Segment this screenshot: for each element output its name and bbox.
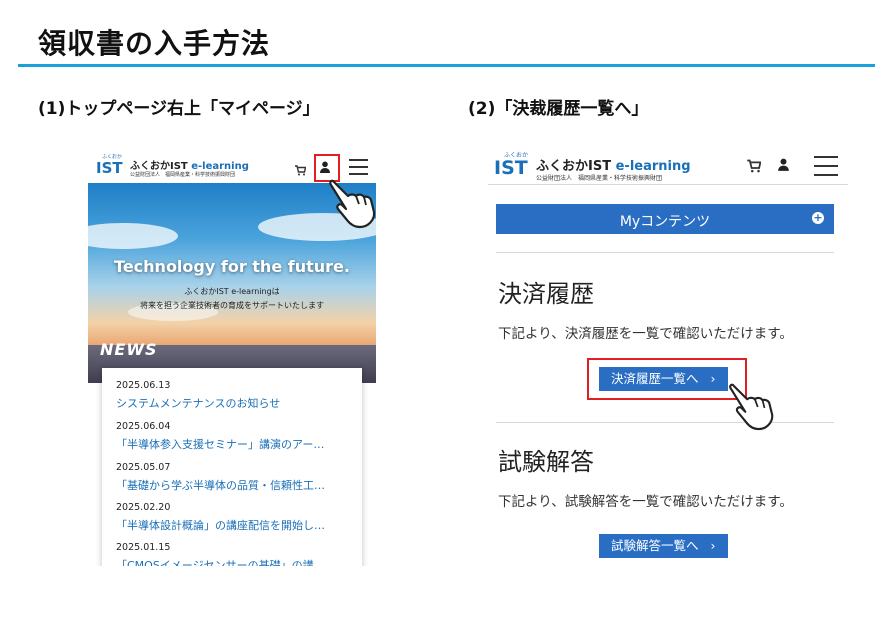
pointing-hand-icon xyxy=(729,383,774,431)
news-link[interactable]: システムメンテナンスのお知らせ xyxy=(116,395,356,411)
step1-caption: (1)トップページ右上「マイページ」 xyxy=(38,99,320,119)
cart-icon[interactable] xyxy=(294,161,307,180)
news-label: NEWS xyxy=(100,340,158,359)
news-link[interactable]: 「半導体参入支援セミナー」講演のアー… xyxy=(116,436,356,452)
list-item[interactable]: 2025.01.15 「CMOSイメージセンサーの基礎」の講… xyxy=(116,542,356,566)
section-divider xyxy=(496,422,834,423)
step2-caption: (2)「決裁履歴一覧へ」 xyxy=(468,99,649,119)
payment-history-text: 下記より、決済履歴を一覧で確認いただけます。 xyxy=(498,326,793,342)
list-item[interactable]: 2025.06.04 「半導体参入支援セミナー」講演のアー… xyxy=(116,421,356,452)
hamburger-menu-icon[interactable] xyxy=(349,159,368,175)
cart-icon[interactable] xyxy=(746,158,762,177)
exam-answers-heading: 試験解答 xyxy=(498,448,594,476)
list-item[interactable]: 2025.02.20 「半導体設計概論」の講座配信を開始し… xyxy=(116,502,356,533)
title-underline xyxy=(18,64,875,67)
news-link[interactable]: 「半導体設計概論」の講座配信を開始し… xyxy=(116,517,356,533)
list-item[interactable]: 2025.05.07 「基礎から学ぶ半導体の品質・信頼性工… xyxy=(116,462,356,493)
payment-history-heading: 決済履歴 xyxy=(498,280,594,308)
hamburger-menu-icon[interactable] xyxy=(814,156,838,176)
chevron-right-icon: › xyxy=(710,538,716,553)
page-title: 領収書の入手方法 xyxy=(38,27,271,60)
news-link[interactable]: 「基礎から学ぶ半導体の品質・信頼性工… xyxy=(116,477,356,493)
news-link[interactable]: 「CMOSイメージセンサーの基礎」の講… xyxy=(116,557,356,566)
exam-answers-list-button[interactable]: 試験解答一覧へ › xyxy=(599,534,728,558)
news-list: 2025.06.13 システムメンテナンスのお知らせ 2025.06.04 「半… xyxy=(102,368,362,566)
news-date: 2025.02.20 xyxy=(116,502,171,513)
plus-icon[interactable]: + xyxy=(812,212,824,224)
news-date: 2025.06.13 xyxy=(116,380,171,391)
section-divider xyxy=(496,252,834,253)
mycontents-label: Myコンテンツ xyxy=(619,214,711,230)
pointing-hand-icon xyxy=(329,179,376,229)
mycontents-bar[interactable]: Myコンテンツ + xyxy=(496,204,834,234)
mypage-user-icon[interactable] xyxy=(776,157,791,176)
exam-answers-text: 下記より、試験解答を一覧で確認いただけます。 xyxy=(498,494,793,510)
button-highlight-box xyxy=(587,358,747,400)
hero-subtitle-2: 将来を担う企業技術者の育成をサポートいたします xyxy=(140,301,324,310)
news-date: 2025.06.04 xyxy=(116,421,171,432)
news-date: 2025.01.15 xyxy=(116,542,171,553)
list-item[interactable]: 2025.06.13 システムメンテナンスのお知らせ xyxy=(116,380,356,411)
hero-title: Technology for the future. xyxy=(114,257,350,276)
news-date: 2025.05.07 xyxy=(116,462,171,473)
site-logo[interactable]: ふくおか IST ふくおかIST e-learning 公益財団法人 福岡県産業… xyxy=(492,150,692,182)
site-logo[interactable]: ふくおか IST ふくおかIST e-learning 公益財団法人 福岡県産業… xyxy=(94,153,264,181)
right-phone-screenshot: ふくおか IST ふくおかIST e-learning 公益財団法人 福岡県産業… xyxy=(488,146,848,566)
header-divider xyxy=(488,184,848,185)
hero-subtitle-1: ふくおかIST e-learningは xyxy=(184,287,280,296)
